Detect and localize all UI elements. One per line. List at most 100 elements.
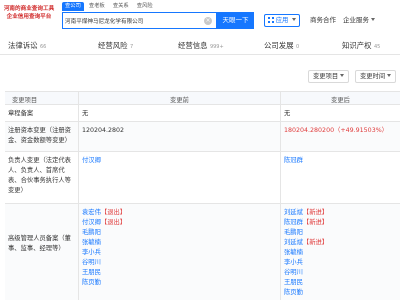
tab-count: 66 <box>39 44 47 50</box>
tab-legal[interactable]: 法律诉讼 66 <box>8 40 46 51</box>
tab-label: 经营风险 <box>98 41 128 50</box>
nav-business-cooperation[interactable]: 商务合作 <box>310 16 336 25</box>
person-link[interactable]: 陈冠群【新进】 <box>284 218 397 228</box>
site-logo[interactable]: 河南的商业查询工具 企业信用查询平台 <box>0 2 58 29</box>
tab-label: 经营信息 <box>178 41 208 50</box>
person-link[interactable]: 付汉卿 <box>82 156 277 166</box>
person-name: 付汉卿 <box>82 219 101 226</box>
person-tag: 【新进】 <box>302 209 329 216</box>
person-link[interactable]: 陈页勤 <box>82 278 277 288</box>
table-row: 章程备案 无 无 <box>5 105 400 122</box>
person-link[interactable]: 袁宏伟【退出】 <box>82 208 277 218</box>
cell-before: 120204.2802 <box>78 122 280 151</box>
person-link[interactable]: 张毓楠 <box>284 248 397 258</box>
person-link[interactable]: 谷明川 <box>284 268 397 278</box>
search-tab-company[interactable]: 查公司 <box>62 2 84 11</box>
chevron-down-icon <box>371 18 375 21</box>
filter-label: 变更项目 <box>313 73 339 80</box>
nav-enterprise-service-label: 企业服务 <box>343 16 369 24</box>
person-name: 刘延斌 <box>284 209 303 216</box>
nav-enterprise-service[interactable]: 企业服务 <box>343 16 375 25</box>
cell-item: 章程备案 <box>5 105 78 121</box>
tab-business-info[interactable]: 经营信息 999+ <box>178 40 224 51</box>
chevron-down-icon <box>340 74 345 77</box>
header-after: 变更后 <box>280 92 400 104</box>
header-change-item: 变更项目 <box>12 97 38 104</box>
tab-count: 999+ <box>209 44 224 50</box>
search-tab-risk[interactable]: 查风险 <box>134 2 156 11</box>
person-link[interactable]: 毛鹏阳 <box>82 228 277 238</box>
person-tag: 【新进】 <box>302 239 329 246</box>
table-row: 高级管理人员备案（董事、监事、经理等） 袁宏伟【退出】 付汉卿【退出】 毛鹏阳 … <box>5 204 400 300</box>
cell-after: 刘延斌【新进】 陈冠群【新进】 毛鹏阳 刘延斌【新进】 张毓楠 李小兵 谷明川 … <box>280 204 400 300</box>
logo-line-2: 企业信用查询平台 <box>6 14 52 20</box>
search-box: × <box>62 12 217 29</box>
cell-before: 袁宏伟【退出】 付汉卿【退出】 毛鹏阳 张毓楠 李小兵 谷明川 王朋民 陈页勤 <box>78 204 280 300</box>
after-value: 无 <box>284 110 291 117</box>
person-link[interactable]: 付汉卿【退出】 <box>82 218 277 228</box>
person-link[interactable]: 王朋民 <box>284 278 397 288</box>
cell-after: 陈冠群 <box>280 152 400 203</box>
app-menu-label: 应用 <box>275 17 289 24</box>
cell-item: 注册资本变更（注册资金、资金数额等变更） <box>5 122 78 151</box>
change-item-label: 高级管理人员备案（董事、监事、经理等） <box>8 235 71 252</box>
search-tab-relation[interactable]: 查关系 <box>110 2 132 11</box>
tab-count: 0 <box>295 44 300 50</box>
person-link[interactable]: 李小兵 <box>82 248 277 258</box>
logo-line-1: 河南的商业查询工具 <box>3 6 55 12</box>
top-header: 河南的商业查询工具 企业信用查询平台 查公司 查老板 查关系 查风险 × 天眼一… <box>0 0 400 31</box>
tab-development[interactable]: 公司发展 0 <box>264 40 299 51</box>
person-name: 刘延斌 <box>284 239 303 246</box>
change-item-filter[interactable]: 变更项目 <box>308 70 350 83</box>
cell-after: 无 <box>280 105 400 121</box>
grid-icon <box>267 17 274 23</box>
cell-after: 180204.280200（+49.91503%） <box>280 122 400 151</box>
chevron-down-icon <box>387 74 392 77</box>
chevron-down-icon <box>292 18 297 21</box>
change-item-label: 注册资本变更（注册资金、资金数额等变更） <box>8 127 71 144</box>
person-link[interactable]: 陈冠群 <box>284 156 397 166</box>
person-link[interactable]: 谷明川 <box>82 258 277 268</box>
person-tag: 【退出】 <box>100 209 127 216</box>
person-link[interactable]: 刘延斌【新进】 <box>284 208 397 218</box>
person-name: 袁宏伟 <box>82 209 101 216</box>
person-link[interactable]: 刘延斌【新进】 <box>284 238 397 248</box>
change-time-filter[interactable]: 变更时间 <box>355 70 397 83</box>
table-row: 注册资本变更（注册资金、资金数额等变更） 120204.2802 180204.… <box>5 122 400 152</box>
change-record-table: 变更项目 变更前 变更后 章程备案 无 无 注册资本变更（注册资金、资金数额等变… <box>5 91 400 300</box>
before-value: 无 <box>82 110 89 117</box>
header-before: 变更前 <box>78 92 280 104</box>
before-value: 120204.2802 <box>82 127 125 134</box>
category-tabs: 法律诉讼 66 经营风险 7 经营信息 999+ 公司发展 0 知识产权 45 <box>0 37 400 55</box>
after-value: 180204.280200（+49.91503%） <box>284 127 388 134</box>
tab-count: 45 <box>373 44 381 50</box>
close-circle-icon[interactable]: × <box>204 17 212 25</box>
tab-label: 知识产权 <box>342 41 372 50</box>
cell-item: 负责人变更（法定代表人、负责人、首席代表、合伙事务执行人等变更） <box>5 152 78 203</box>
person-link[interactable]: 陈页勤 <box>284 288 397 298</box>
filter-label: 变更时间 <box>360 73 386 80</box>
person-tag: 【退出】 <box>100 219 127 226</box>
person-tag: 【新进】 <box>302 219 329 226</box>
change-item-label: 负责人变更（法定代表人、负责人、首席代表、合伙事务执行人等变更） <box>8 157 71 194</box>
cell-before: 无 <box>78 105 280 121</box>
person-link[interactable]: 李小兵 <box>284 258 397 268</box>
search-input[interactable] <box>65 15 203 26</box>
search-button[interactable]: 天眼一下 <box>217 12 254 29</box>
search-type-tabs: 查公司 查老板 查关系 查风险 <box>62 2 156 11</box>
tab-label: 公司发展 <box>264 41 294 50</box>
table-header-row: 变更项目 变更前 变更后 <box>5 92 400 105</box>
cell-item: 高级管理人员备案（董事、监事、经理等） <box>5 204 78 300</box>
search-tab-boss[interactable]: 查老板 <box>86 2 108 11</box>
tab-label: 法律诉讼 <box>8 41 38 50</box>
person-name: 陈冠群 <box>284 219 303 226</box>
tab-count: 7 <box>129 44 134 50</box>
tab-ip[interactable]: 知识产权 45 <box>342 40 380 51</box>
person-link[interactable]: 张毓楠 <box>82 238 277 248</box>
person-link[interactable]: 王朋民 <box>82 268 277 278</box>
cell-before: 付汉卿 <box>78 152 280 203</box>
app-menu-button[interactable]: 应用 <box>264 14 300 27</box>
change-item-label: 章程备案 <box>8 110 34 117</box>
tab-risk[interactable]: 经营风险 7 <box>98 40 133 51</box>
person-link[interactable]: 毛鹏阳 <box>284 228 397 238</box>
